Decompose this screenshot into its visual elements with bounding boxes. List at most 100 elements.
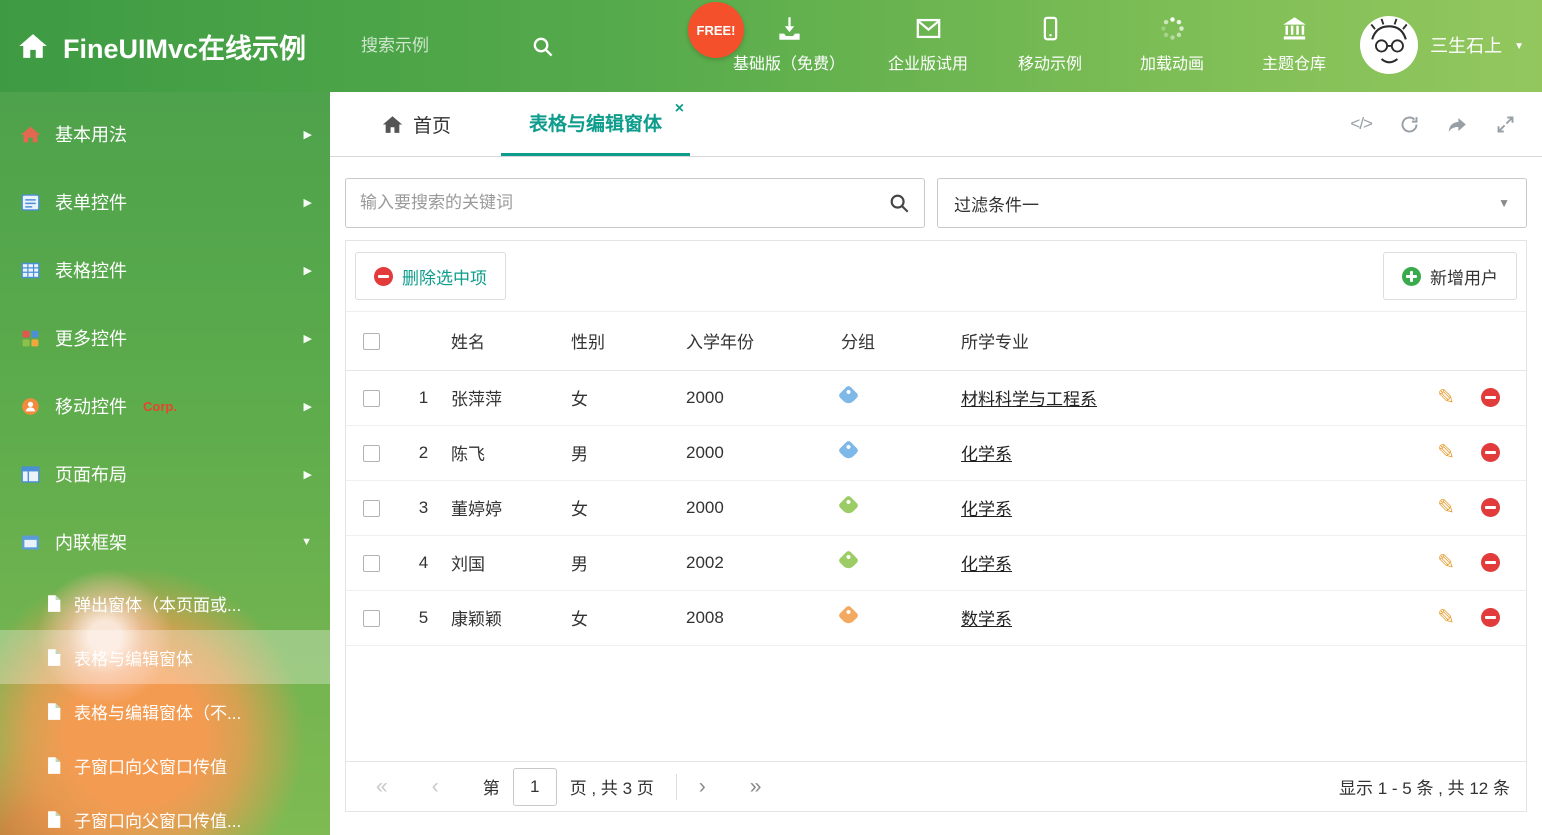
username: 三生石上: [1430, 36, 1503, 56]
last-page-button[interactable]: »: [750, 776, 762, 797]
grid-toolbar: 删除选中项 新增用户: [346, 241, 1526, 312]
sidebar-subitem-child-to-parent[interactable]: 子窗口向父窗口传值: [0, 738, 330, 792]
tab-home[interactable]: 首页: [360, 92, 473, 156]
table-row[interactable]: 4 刘国 男 2002 化学系 ✎: [346, 535, 1526, 591]
close-icon[interactable]: ×: [675, 100, 684, 118]
row-checkbox[interactable]: [362, 444, 380, 462]
download-icon: [778, 17, 800, 40]
delete-selected-button[interactable]: 删除选中项: [355, 252, 506, 300]
top-header: FineUIMvc在线示例 FREE! 基础版（免费） 企业版试用 移动示例 加…: [0, 0, 1542, 92]
sidebar-item-more-controls[interactable]: 更多控件 ▶: [0, 304, 330, 372]
row-checkbox[interactable]: [362, 609, 380, 627]
prev-page-button[interactable]: ‹: [432, 776, 439, 797]
grid-panel: 删除选中项 新增用户 姓名 性别 入学年份 分组 所学专业 1 张萍萍 女 20…: [345, 240, 1527, 812]
edit-icon[interactable]: ✎: [1437, 497, 1455, 518]
nav-basic-edition[interactable]: 基础版（免费）: [728, 15, 850, 74]
edit-icon[interactable]: ✎: [1437, 552, 1455, 573]
code-icon[interactable]: </>: [1350, 114, 1373, 134]
corp-badge: Corp.: [143, 398, 177, 414]
delete-row-icon[interactable]: [1481, 388, 1500, 407]
share-icon[interactable]: [1447, 114, 1468, 135]
user-menu[interactable]: 三生石上 ▼: [1360, 16, 1524, 74]
sidebar-subitem-grid-edit-window[interactable]: 表格与编辑窗体: [0, 630, 330, 684]
nav-enterprise-trial[interactable]: 企业版试用: [884, 15, 972, 74]
edit-icon[interactable]: ✎: [1437, 442, 1455, 463]
select-all-checkbox[interactable]: [362, 332, 380, 350]
sidebar-item-basic-usage[interactable]: 基本用法 ▶: [0, 100, 330, 168]
nav-theme-store[interactable]: 主题仓库: [1250, 15, 1338, 74]
major-link[interactable]: 化学系: [961, 555, 1012, 574]
table-row[interactable]: 5 康颖颖 女 2008 数学系 ✎: [346, 590, 1526, 646]
mobile-icon: [1043, 16, 1057, 41]
major-link[interactable]: 数学系: [961, 610, 1012, 629]
tag-icon: [837, 494, 860, 516]
table-row[interactable]: 3 董婷婷 女 2000 化学系 ✎: [346, 480, 1526, 536]
frame-icon: [20, 532, 41, 553]
tab-grid-edit-window[interactable]: 表格与编辑窗体 ×: [501, 92, 691, 156]
blocks-icon: [20, 328, 41, 349]
edit-icon[interactable]: ✎: [1437, 607, 1455, 628]
delete-row-icon[interactable]: [1481, 553, 1500, 572]
edit-icon[interactable]: ✎: [1437, 387, 1455, 408]
row-checkbox[interactable]: [362, 389, 380, 407]
nav-loading-animation[interactable]: 加载动画: [1128, 15, 1216, 74]
home-icon: [382, 115, 403, 133]
sidebar-item-inline-frame[interactable]: 内联框架 ▼: [0, 508, 330, 576]
delete-row-icon[interactable]: [1481, 498, 1500, 517]
add-user-button[interactable]: 新增用户: [1383, 252, 1517, 300]
chevron-right-icon: ▶: [303, 196, 312, 209]
major-link[interactable]: 材料科学与工程系: [961, 390, 1097, 409]
table-row[interactable]: 2 陈飞 男 2000 化学系 ✎: [346, 425, 1526, 481]
app-window: FineUIMvc在线示例 FREE! 基础版（免费） 企业版试用 移动示例 加…: [0, 0, 1542, 835]
expand-icon[interactable]: [1495, 114, 1516, 135]
row-checkbox[interactable]: [362, 499, 380, 517]
column-name: 姓名: [451, 312, 571, 371]
nav-mobile-demo[interactable]: 移动示例: [1006, 15, 1094, 74]
tag-icon: [837, 384, 860, 406]
keyword-search-box: [345, 178, 925, 228]
page-number-input[interactable]: [512, 767, 557, 806]
sidebar-subitem-child-to-parent-2[interactable]: 子窗口向父窗口传值...: [0, 792, 330, 835]
sidebar-item-grid-controls[interactable]: 表格控件 ▶: [0, 236, 330, 304]
tab-toolbar: </>: [1350, 92, 1542, 156]
column-major: 所学专业: [961, 312, 1406, 371]
sidebar-item-page-layout[interactable]: 页面布局 ▶: [0, 440, 330, 508]
column-gender: 性别: [571, 312, 686, 371]
refresh-icon[interactable]: [1399, 114, 1420, 135]
brand[interactable]: FineUIMvc在线示例: [0, 27, 306, 66]
chevron-right-icon: ▶: [303, 264, 312, 277]
row-checkbox[interactable]: [362, 554, 380, 572]
sidebar-subitem-grid-edit-window-2[interactable]: 表格与编辑窗体（不...: [0, 684, 330, 738]
app-title: FineUIMvc在线示例: [63, 33, 307, 64]
major-link[interactable]: 化学系: [961, 445, 1012, 464]
file-icon: [46, 648, 62, 667]
minus-circle-icon: [374, 266, 393, 286]
file-icon: [46, 702, 62, 721]
data-grid: 姓名 性别 入学年份 分组 所学专业 1 张萍萍 女 2000 材料科学与工程系…: [346, 312, 1526, 761]
table-header-row: 姓名 性别 入学年份 分组 所学专业: [346, 312, 1526, 371]
header-search-input[interactable]: [361, 36, 522, 56]
search-icon[interactable]: [531, 35, 554, 58]
delete-row-icon[interactable]: [1481, 608, 1500, 627]
plus-circle-icon: [1402, 266, 1421, 286]
delete-row-icon[interactable]: [1481, 443, 1500, 462]
first-page-button[interactable]: «: [376, 776, 388, 797]
main-content: 首页 表格与编辑窗体 × </> 过: [330, 92, 1542, 835]
major-link[interactable]: 化学系: [961, 500, 1012, 519]
next-page-button[interactable]: ›: [699, 776, 706, 797]
tag-icon: [837, 604, 860, 626]
sidebar-item-mobile-controls[interactable]: 移动控件 Corp. ▶: [0, 372, 330, 440]
layout-icon: [20, 464, 41, 485]
keyword-search-input[interactable]: [360, 193, 888, 213]
table-row[interactable]: 1 张萍萍 女 2000 材料科学与工程系 ✎: [346, 370, 1526, 426]
sidebar-subitem-popup-window[interactable]: 弹出窗体（本页面或...: [0, 576, 330, 630]
sidebar-item-form-controls[interactable]: 表单控件 ▶: [0, 168, 330, 236]
chevron-down-icon: ▼: [1498, 196, 1510, 210]
column-actions: [1406, 312, 1526, 371]
filter-dropdown-value: 过滤条件一: [954, 195, 1039, 215]
header-nav: 基础版（免费） 企业版试用 移动示例 加载动画 主题仓库: [728, 15, 1338, 74]
filter-dropdown[interactable]: 过滤条件一 ▼: [937, 178, 1527, 228]
column-year: 入学年份: [686, 312, 841, 371]
search-icon[interactable]: [888, 192, 910, 214]
chevron-right-icon: ▶: [303, 468, 312, 481]
